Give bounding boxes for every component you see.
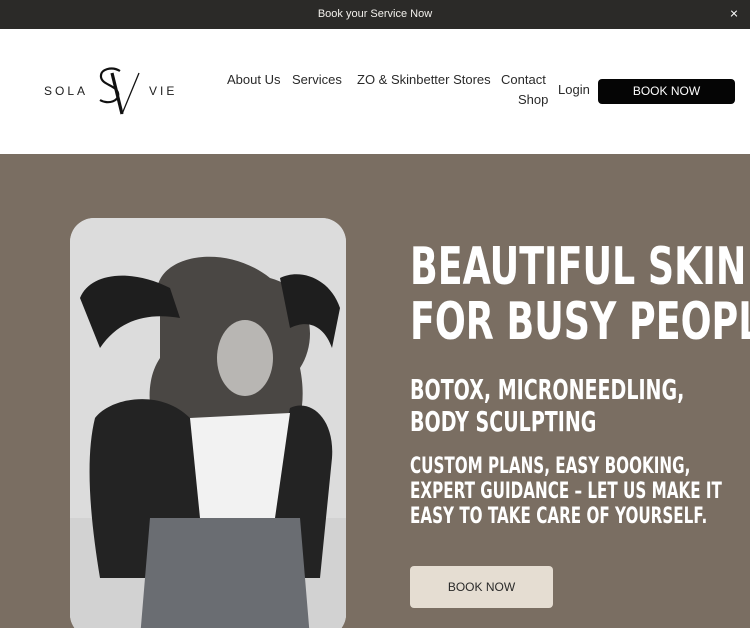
- hero-tagline: CUSTOM PLANS, EASY BOOKING, EXPERT GUIDA…: [410, 454, 722, 529]
- nav-contact[interactable]: Contact: [501, 72, 546, 87]
- header-book-now-button[interactable]: BOOK NOW: [598, 79, 735, 104]
- hero-headline-line1: BEAUTIFUL SKIN: [410, 237, 747, 297]
- nav-about-us[interactable]: About Us: [227, 72, 280, 87]
- nav-shop[interactable]: Shop: [518, 92, 548, 107]
- close-icon[interactable]: [727, 0, 741, 29]
- logo-text-right: VIE: [149, 84, 178, 98]
- logo-text-left: SOLA: [44, 84, 89, 98]
- hero-book-now-button[interactable]: BOOK NOW: [410, 566, 553, 608]
- announcement-link[interactable]: Book your Service Now: [0, 0, 750, 29]
- hero-headline: BEAUTIFUL SKIN FOR BUSY PEOPLE: [410, 237, 750, 352]
- announcement-bar: Book your Service Now: [0, 0, 750, 29]
- logo-monogram: [99, 67, 140, 115]
- nav-services[interactable]: Services: [292, 72, 342, 87]
- site-logo[interactable]: SOLA VIE: [44, 67, 176, 119]
- hero-image: [70, 218, 346, 628]
- nav-stores[interactable]: ZO & Skinbetter Stores: [357, 72, 491, 87]
- hero-section: BEAUTIFUL SKIN FOR BUSY PEOPLE BOTOX, MI…: [0, 154, 750, 628]
- nav-login[interactable]: Login: [558, 82, 590, 97]
- hero-headline-line2: FOR BUSY PEOPLE: [410, 292, 750, 352]
- site-header: SOLA VIE About Us Services ZO & Skinbett…: [0, 29, 750, 154]
- hero-subheading: BOTOX, MICRONEEDLING, BODY SCULPTING: [410, 373, 685, 438]
